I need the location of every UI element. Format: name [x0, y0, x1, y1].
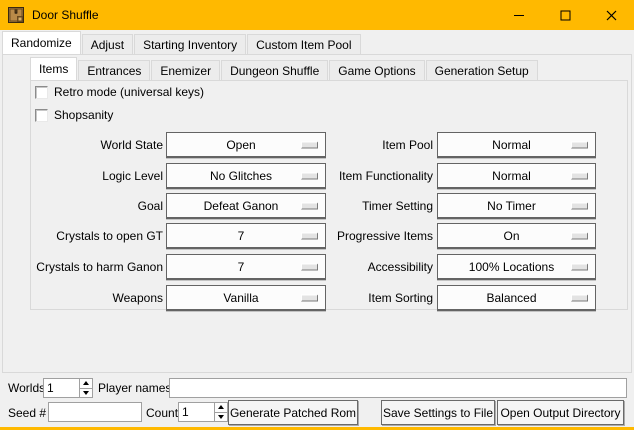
minimize-icon[interactable] — [496, 0, 542, 30]
tab-label: Items — [39, 62, 68, 76]
tab-dungeon-shuffle[interactable]: Dungeon Shuffle — [221, 60, 328, 80]
worlds-value: 1 — [44, 379, 79, 397]
dropdown-value: Open — [226, 138, 255, 152]
count-spinner[interactable]: 1 — [178, 402, 228, 422]
seed-input[interactable] — [48, 402, 142, 422]
app-window: Door Shuffle Randomize Adjust Starting I… — [0, 0, 634, 430]
progressive-items-dropdown[interactable]: On — [437, 223, 596, 249]
dropdown-value: Normal — [492, 138, 531, 152]
tab-generation-setup[interactable]: Generation Setup — [426, 60, 538, 80]
tab-adjust[interactable]: Adjust — [82, 34, 133, 54]
dropdown-value: Vanilla — [223, 291, 258, 305]
close-icon[interactable] — [588, 0, 634, 30]
dropdown-value: No Timer — [487, 199, 536, 213]
dropdown-indicator-icon — [571, 202, 588, 209]
player-names-label: Player names — [98, 377, 171, 399]
tab-game-options[interactable]: Game Options — [329, 60, 424, 80]
timer-setting-dropdown[interactable]: No Timer — [437, 193, 596, 219]
spin-down-icon[interactable] — [215, 413, 227, 422]
tab-label: Game Options — [338, 64, 415, 78]
item-pool-dropdown[interactable]: Normal — [437, 132, 596, 158]
retro-mode-label: Retro mode (universal keys) — [54, 85, 204, 99]
spin-up-icon[interactable] — [215, 403, 227, 413]
timer-setting-label: Timer Setting — [261, 193, 433, 219]
tab-label: Adjust — [91, 38, 124, 52]
main-tab-bar: Randomize Adjust Starting Inventory Cust… — [2, 31, 362, 54]
player-names-input[interactable] — [169, 378, 627, 398]
sub-tab-bar: Items Entrances Enemizer Dungeon Shuffle… — [30, 57, 539, 80]
dropdown-value: 7 — [238, 260, 245, 274]
dropdown-indicator-icon — [571, 263, 588, 270]
items-tab-panel: Retro mode (universal keys) Shopsanity W… — [30, 80, 628, 310]
worlds-label: Worlds — [8, 377, 45, 399]
dropdown-value: 100% Locations — [469, 260, 554, 274]
tab-starting-inventory[interactable]: Starting Inventory — [134, 34, 246, 54]
maximize-icon[interactable] — [542, 0, 588, 30]
tab-label: Generation Setup — [435, 64, 529, 78]
count-value: 1 — [179, 403, 214, 421]
seed-label: Seed # — [8, 402, 46, 424]
save-settings-button[interactable]: Save Settings to File — [381, 400, 495, 425]
generate-patched-rom-button[interactable]: Generate Patched Rom — [228, 400, 358, 425]
retro-mode-checkbox[interactable] — [35, 86, 48, 99]
logic-level-label: Logic Level — [31, 163, 163, 189]
tab-entrances[interactable]: Entrances — [78, 60, 150, 80]
item-functionality-dropdown[interactable]: Normal — [437, 163, 596, 189]
tab-label: Entrances — [87, 64, 141, 78]
dropdown-value: 7 — [238, 229, 245, 243]
crystals-harm-ganon-label: Crystals to harm Ganon — [31, 254, 163, 280]
tab-enemizer[interactable]: Enemizer — [151, 60, 220, 80]
open-output-directory-button[interactable]: Open Output Directory — [497, 400, 624, 425]
goal-label: Goal — [31, 193, 163, 219]
item-sorting-dropdown[interactable]: Balanced — [437, 285, 596, 311]
dropdown-indicator-icon — [571, 232, 588, 239]
count-label: Count — [146, 402, 178, 424]
weapons-label: Weapons — [31, 285, 163, 311]
dropdown-indicator-icon — [571, 141, 588, 148]
tab-label: Custom Item Pool — [256, 38, 351, 52]
crystals-open-gt-label: Crystals to open GT — [31, 223, 163, 249]
dropdown-value: On — [503, 229, 519, 243]
tab-label: Dungeon Shuffle — [230, 64, 319, 78]
accessibility-label: Accessibility — [261, 254, 433, 280]
app-icon — [8, 7, 24, 23]
world-state-label: World State — [31, 132, 163, 158]
tab-label: Starting Inventory — [143, 38, 237, 52]
item-pool-label: Item Pool — [261, 132, 433, 158]
dropdown-indicator-icon — [571, 172, 588, 179]
worlds-spinner[interactable]: 1 — [43, 378, 93, 398]
tab-label: Randomize — [11, 36, 72, 50]
tab-label: Enemizer — [160, 64, 211, 78]
shopsanity-checkbox[interactable] — [35, 109, 48, 122]
progressive-items-label: Progressive Items — [261, 223, 433, 249]
tab-custom-item-pool[interactable]: Custom Item Pool — [247, 34, 360, 54]
window-title: Door Shuffle — [32, 8, 99, 22]
spin-up-icon[interactable] — [80, 379, 92, 389]
dropdown-indicator-icon — [571, 294, 588, 301]
dropdown-value: Balanced — [486, 291, 536, 305]
accessibility-dropdown[interactable]: 100% Locations — [437, 254, 596, 280]
shopsanity-label: Shopsanity — [54, 108, 113, 122]
tab-randomize[interactable]: Randomize — [2, 31, 81, 54]
tab-items[interactable]: Items — [30, 57, 77, 80]
dropdown-value: Normal — [492, 169, 531, 183]
item-sorting-label: Item Sorting — [261, 285, 433, 311]
item-functionality-label: Item Functionality — [261, 163, 433, 189]
titlebar: Door Shuffle — [0, 0, 634, 30]
spin-down-icon[interactable] — [80, 389, 92, 398]
